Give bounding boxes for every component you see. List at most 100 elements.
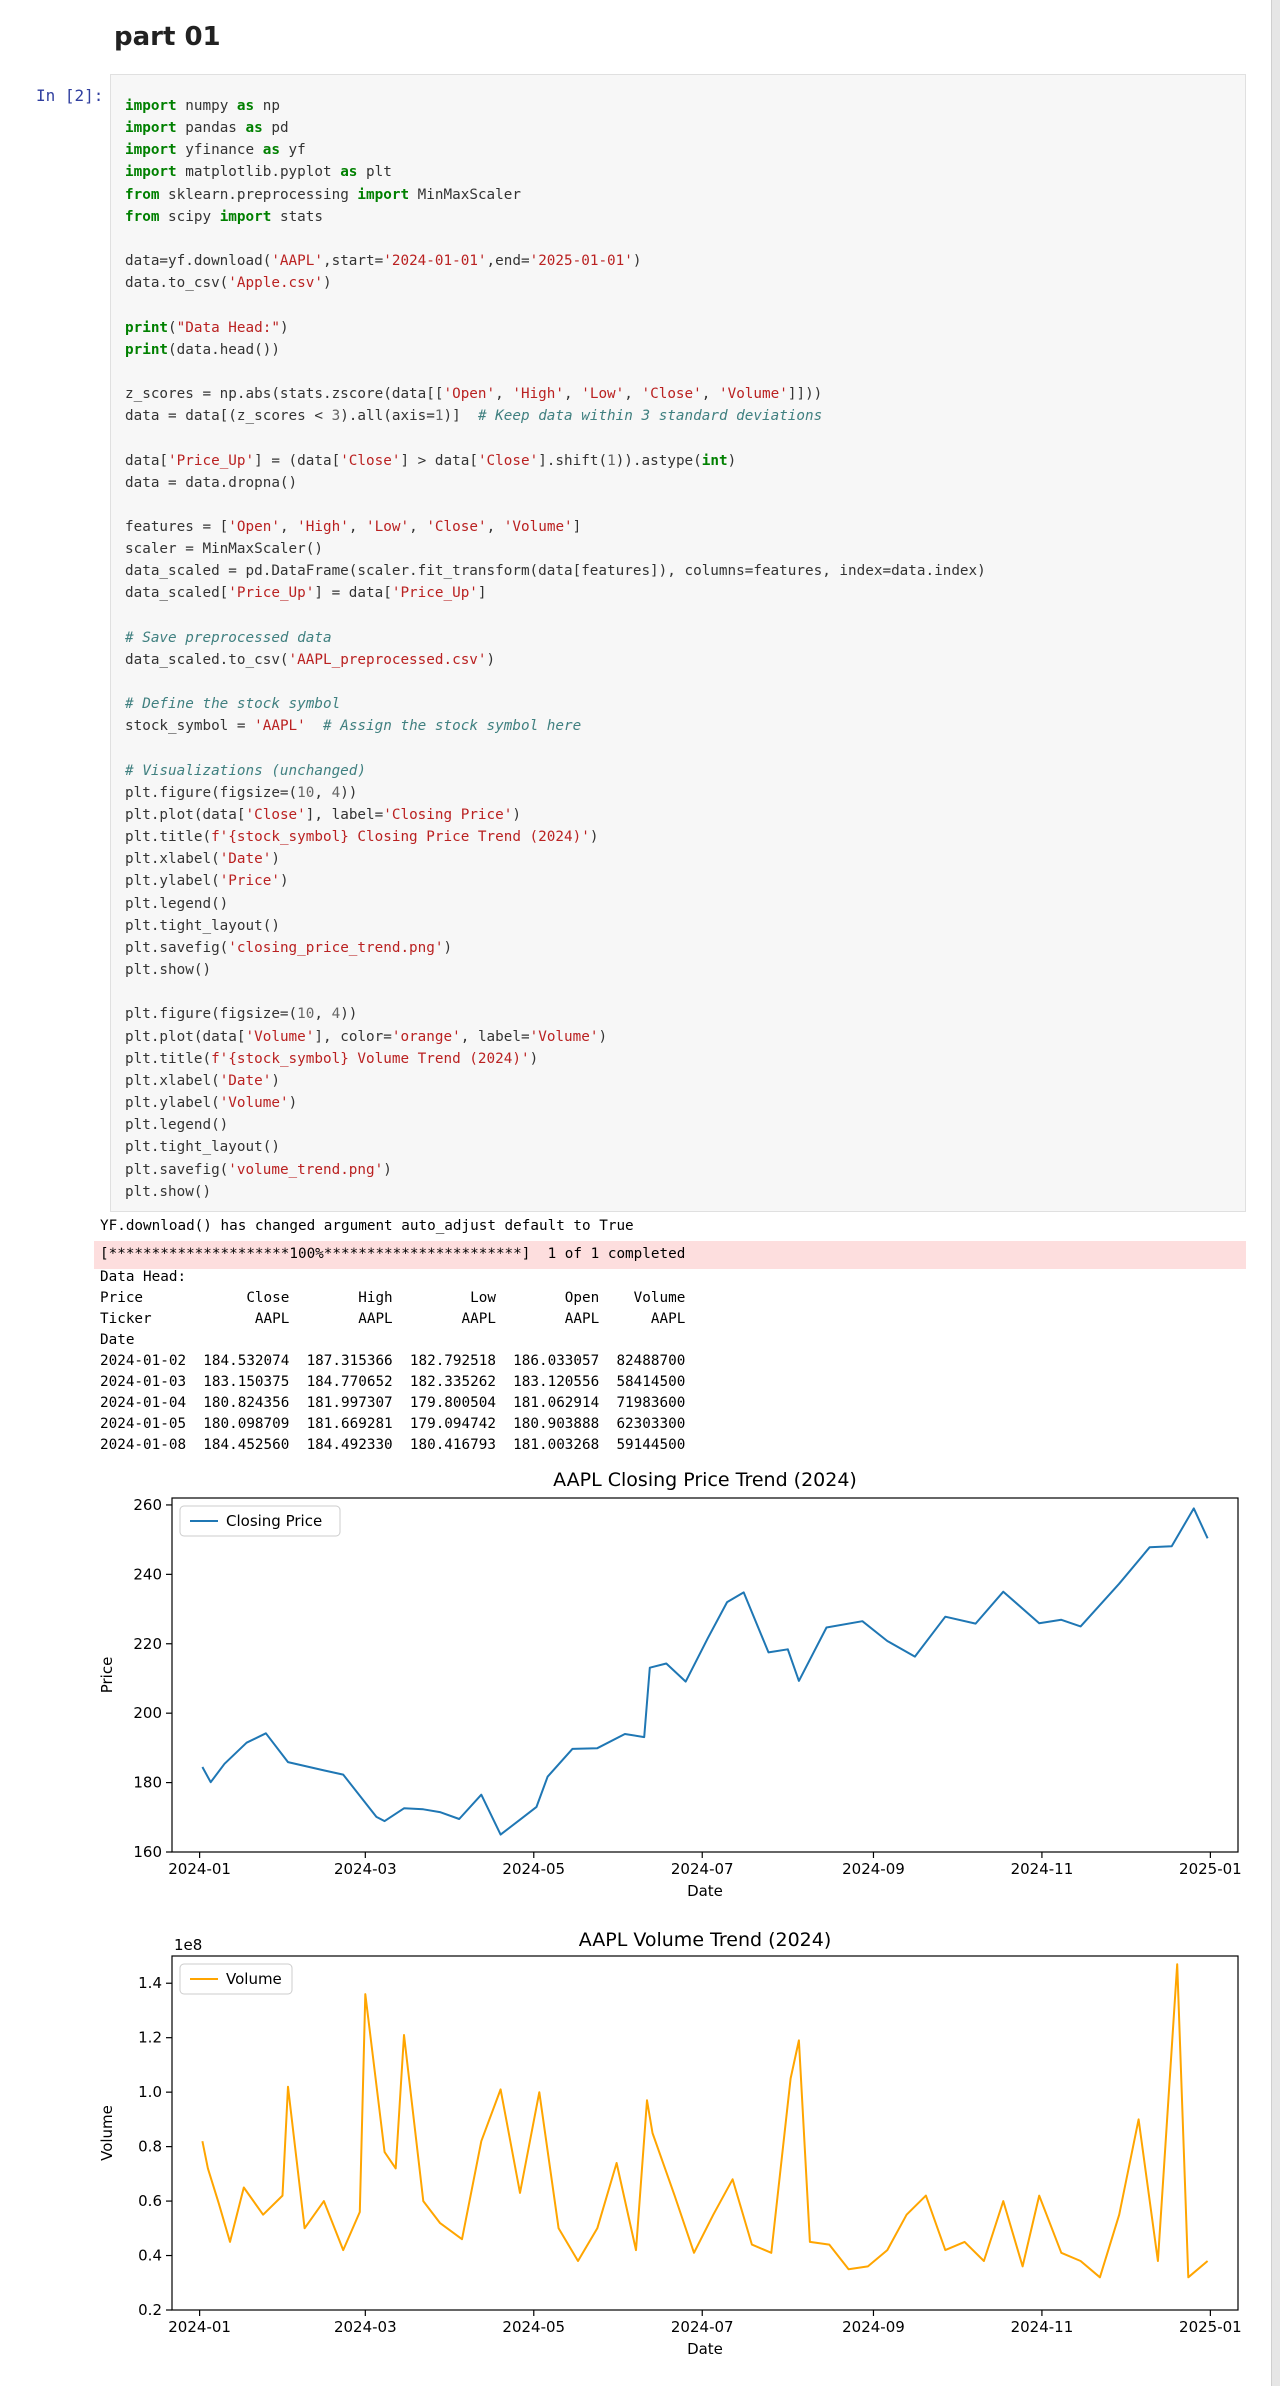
y-tick-label: 1.2: [138, 2029, 162, 2047]
code-token: # Save preprocessed data: [125, 629, 332, 646]
code-line: data=yf.download('AAPL',start='2024-01-0…: [125, 250, 1245, 272]
code-line: data_scaled.to_csv('AAPL_preprocessed.cs…: [125, 649, 1245, 671]
code-token: , label=: [460, 1028, 530, 1045]
y-tick-label: 200: [133, 1704, 162, 1722]
code-token: data.to_csv(: [125, 275, 229, 292]
code-token: 'Volume': [503, 518, 573, 535]
y-axis-label: Price: [98, 1657, 116, 1694]
code-token: 3: [331, 408, 341, 425]
code-token: 'Close': [340, 452, 401, 469]
x-tick-label: 2025-01: [1179, 2318, 1242, 2336]
code-token: MinMaxScaler: [409, 186, 521, 203]
code-token: 'Open': [443, 386, 496, 403]
code-token: ,: [409, 518, 427, 535]
x-tick-label: 2024-07: [671, 2318, 734, 2336]
code-token: )]: [443, 408, 478, 425]
legend: Volume: [179, 1963, 293, 1995]
table-row: 2024-01-03 183.150375 184.770652 182.335…: [100, 1374, 686, 1390]
code-token: ,: [348, 518, 367, 535]
code-line: scaler = MinMaxScaler(): [125, 538, 1245, 560]
code-token: ): [279, 319, 289, 336]
code-line: from scipy import stats: [125, 206, 1245, 228]
code-token: matplotlib.pyplot: [176, 164, 341, 181]
code-token: import: [125, 98, 177, 114]
code-token: 'AAPL': [254, 718, 306, 735]
code-token: 'Volume': [245, 1028, 315, 1045]
code-cell[interactable]: import numpy as np import pandas as pd imp…: [110, 74, 1246, 1212]
code-token: 'Open': [228, 518, 280, 535]
code-token: from: [125, 186, 160, 203]
code-token: numpy: [176, 98, 237, 114]
code-token: 'High': [512, 386, 565, 403]
code-token: 'Date': [219, 851, 272, 868]
code-token: 'Volume': [219, 1095, 289, 1112]
code-token: plt: [357, 164, 392, 181]
code-line: plt.figure(figsize=(10, 4)): [125, 782, 1245, 804]
code-token: 'Close': [245, 807, 306, 823]
y-tick-label: 220: [133, 1635, 162, 1653]
chart-title: AAPL Closing Price Trend (2024): [553, 1469, 857, 1491]
code-line: plt.title(f'{stock_symbol} Volume Trend …: [125, 1048, 1245, 1070]
code-token: plt.legend(): [125, 895, 229, 912]
code-token: f'{stock_symbol} Volume Trend (2024)': [211, 1050, 530, 1067]
code-line: print(data.head()): [125, 339, 1245, 361]
series-line: [201, 1507, 1209, 1836]
code-token: stock_symbol =: [125, 718, 255, 735]
y-tick-label: 1.0: [138, 2083, 162, 2101]
code-token: as: [262, 142, 280, 159]
code-token: ): [288, 1095, 298, 1112]
code-line: plt.tight_layout(): [125, 915, 1245, 937]
code-token: ,: [486, 518, 504, 535]
code-token: ,end=: [486, 253, 530, 270]
code-token: ): [271, 1072, 280, 1089]
code-token: pandas: [176, 120, 246, 137]
code-line: data = data.dropna(): [125, 472, 1245, 494]
y-tick-label: 0.4: [138, 2247, 162, 2265]
y-scale-label: 1e8: [174, 1936, 202, 1954]
code-token: 'AAPL': [271, 253, 323, 270]
table-row: Data Head:: [100, 1269, 187, 1285]
code-token: 4: [331, 784, 341, 801]
code-token: ], label=: [305, 807, 384, 823]
code-token: "Data Head:": [176, 319, 280, 336]
code-token: 'Close': [641, 386, 702, 403]
code-token: stats: [271, 208, 324, 225]
code-token: ,: [624, 386, 642, 403]
code-line: plt.plot(data['Close'], label='Closing P…: [125, 804, 1245, 826]
code-token: plt.show(): [125, 962, 212, 979]
code-line: stock_symbol = 'AAPL' # Assign the stock…: [125, 715, 1245, 737]
code-token: ): [383, 1161, 392, 1178]
code-token: np: [254, 98, 280, 114]
code-token: data = data.dropna(): [125, 474, 298, 491]
code-token: 'Low': [366, 518, 410, 535]
code-token: ): [322, 275, 332, 292]
code-token: features = [: [125, 518, 229, 535]
code-token: ): [529, 1050, 539, 1067]
x-tick-label: 2024-09: [842, 2318, 905, 2336]
code-token: scaler = MinMaxScaler(): [125, 541, 323, 558]
code-token: plt.savefig(: [125, 939, 229, 956]
code-token: plt.ylabel(: [125, 873, 220, 890]
code-line: plt.figure(figsize=(10, 4)): [125, 1003, 1245, 1025]
code-editor[interactable]: import numpy as np import pandas as pd imp…: [111, 75, 1245, 1203]
code-token: ).all(axis=: [340, 408, 435, 425]
volume-chart: AAPL Volume Trend (2024) 1e8 0.2 0.4 0.6 0.8 1…: [98, 1929, 1242, 2358]
code-token: (: [168, 319, 177, 336]
code-token: 'Price': [219, 873, 280, 890]
code-line: data.to_csv('Apple.csv'): [125, 272, 1245, 294]
code-token: plt.show(): [125, 1183, 212, 1200]
x-tick-label: 2024-03: [334, 1860, 397, 1878]
y-tick-label: 240: [133, 1565, 162, 1583]
code-token: )): [340, 784, 358, 801]
code-line: import numpy as np: [125, 95, 1245, 117]
x-tick-label: 2024-11: [1011, 2318, 1074, 2336]
code-token: yf: [279, 142, 306, 159]
x-tick-label: 2024-07: [671, 1860, 734, 1878]
window-scrollbar[interactable]: [1271, 0, 1280, 2386]
code-line: plt.show(): [125, 1181, 1245, 1203]
closing-price-chart: AAPL Closing Price Trend (2024) 160 180 200…: [98, 1469, 1242, 1900]
code-token: ,: [495, 386, 513, 403]
